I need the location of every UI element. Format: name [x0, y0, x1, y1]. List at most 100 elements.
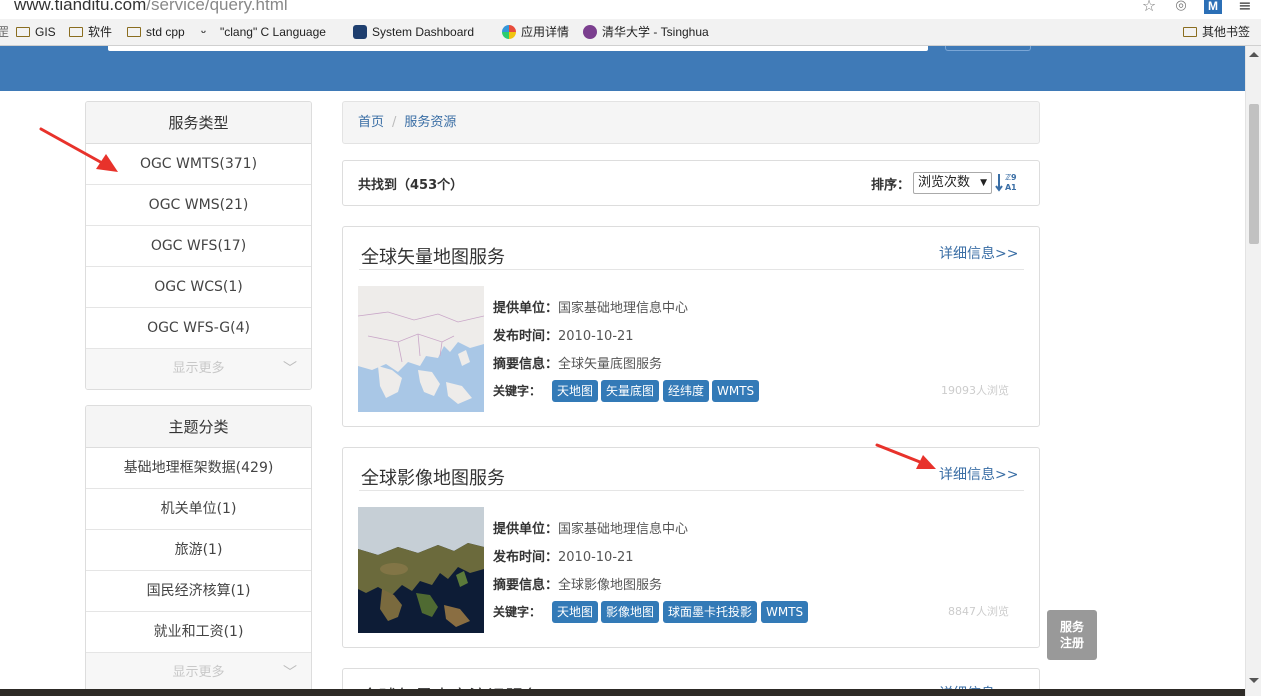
bookmark-label: "clang" C Language: [220, 25, 326, 39]
menu-icon[interactable]: ≡: [1236, 0, 1254, 15]
bookmark-tsinghua[interactable]: 清华大学 - Tsinghua: [583, 24, 709, 41]
address-bar[interactable]: www.tianditu.com/service/query.html ☆ ◎ …: [0, 0, 1261, 19]
card-title[interactable]: 全球影像地图服务: [361, 464, 505, 490]
search-button[interactable]: [945, 46, 1031, 51]
summary-row: 摘要信息：全球影像地图服务: [493, 574, 662, 593]
view-count: 8847人浏览: [948, 605, 1009, 618]
filter-topic-agencies[interactable]: 机关单位(1): [86, 489, 311, 530]
keyword-tag[interactable]: 经纬度: [663, 380, 710, 402]
url-path: /service/query.html: [146, 0, 288, 14]
bookmark-label: 软件: [88, 25, 113, 39]
breadcrumb-home-link[interactable]: 首页: [358, 115, 384, 130]
bookmark-software[interactable]: 软件: [69, 24, 112, 41]
imagery-map-thumbnail[interactable]: [358, 507, 484, 633]
app-icon: [502, 25, 516, 39]
bookmark-label: std cpp: [146, 25, 185, 39]
filter-ogc-wms[interactable]: OGC WMS(21): [86, 185, 311, 226]
keyword-tag[interactable]: 天地图: [552, 380, 599, 402]
breadcrumb: 首页 / 服务资源: [342, 101, 1040, 144]
result-card: 全球影像地图服务 详细信息>> 提供单位：国家基础地理信息中心 发布时间：201…: [342, 447, 1040, 648]
bookmark-std-cpp[interactable]: std cpp: [127, 24, 185, 41]
show-more-button[interactable]: 显示更多 ﹀: [86, 349, 311, 389]
site-header: [0, 46, 1245, 91]
summary-label: 摘要信息：: [493, 578, 559, 593]
panel-title: 主题分类: [86, 406, 311, 448]
dropdown-arrow-icon: ▼: [980, 178, 987, 188]
detail-link[interactable]: 详细信息>>: [939, 243, 1018, 263]
keyword-tag[interactable]: WMTS: [712, 380, 760, 402]
provider-row: 提供单位：国家基础地理信息中心: [493, 518, 688, 537]
card-title[interactable]: 全球矢量地图服务: [361, 243, 505, 269]
date-row: 发布时间：2010-10-21: [493, 325, 634, 344]
bookmark-label: System Dashboard: [372, 25, 475, 39]
bookmark-overflow[interactable]: 罡: [0, 24, 9, 41]
search-input[interactable]: [108, 46, 928, 51]
keywords-label: 关键字：: [493, 605, 542, 619]
breadcrumb-current-link[interactable]: 服务资源: [404, 115, 456, 130]
date-label: 发布时间：: [493, 329, 559, 344]
bookmark-label: 清华大学 - Tsinghua: [602, 25, 709, 39]
filter-topic-employment[interactable]: 就业和工资(1): [86, 612, 311, 653]
keyword-tag[interactable]: 球面墨卡托投影: [663, 601, 758, 623]
extension-icon[interactable]: ◎: [1172, 0, 1190, 15]
filter-topic-tourism[interactable]: 旅游(1): [86, 530, 311, 571]
show-more-label: 显示更多: [172, 361, 225, 376]
bookmarks-bar: 罡 GIS 软件 std cpp ᵕ "clang" C Language Sys…: [0, 19, 1261, 46]
detail-link[interactable]: 详细信息>>: [939, 464, 1018, 484]
filter-ogc-wcs[interactable]: OGC WCS(1): [86, 267, 311, 308]
folder-icon: [1183, 27, 1197, 37]
keyword-tag[interactable]: 矢量底图: [601, 380, 660, 402]
sort-order-icon[interactable]: ℤ A 9 1: [995, 171, 1017, 193]
date-value: 2010-10-21: [558, 550, 634, 565]
bookmark-clang[interactable]: ᵕ "clang" C Language: [201, 24, 326, 41]
folder-icon: [69, 27, 83, 37]
filter-topic-basic-geo[interactable]: 基础地理框架数据(429): [86, 448, 311, 489]
m-extension-icon[interactable]: M: [1204, 0, 1222, 14]
filter-ogc-wfs-g[interactable]: OGC WFS-G(4): [86, 308, 311, 349]
chevron-down-icon: ﹀: [283, 665, 297, 681]
page-scrollbar[interactable]: [1245, 46, 1261, 696]
vector-map-thumbnail[interactable]: [358, 286, 484, 412]
bookmark-label: 其他书签: [1202, 25, 1251, 39]
keyword-tag[interactable]: WMTS: [761, 601, 809, 623]
provider-row: 提供单位：国家基础地理信息中心: [493, 297, 688, 316]
dashboard-icon: [353, 25, 367, 39]
folder-icon: [16, 27, 30, 37]
svg-text:9: 9: [1011, 173, 1017, 182]
result-card: 全球矢量地图服务 详细信息>> 提供单位：国家基础地理信息中心 发布时间：201…: [342, 226, 1040, 427]
divider: [359, 269, 1024, 270]
scroll-thumb[interactable]: [1249, 104, 1259, 244]
bookmark-gis[interactable]: GIS: [16, 24, 56, 41]
filter-topic-economy[interactable]: 国民经济核算(1): [86, 571, 311, 612]
bookmark-app-details[interactable]: 应用详情: [502, 24, 569, 41]
tsinghua-icon: [583, 25, 597, 39]
service-register-button[interactable]: 服务 注册: [1047, 610, 1097, 660]
register-line-2: 注册: [1059, 636, 1084, 650]
url-text[interactable]: www.tianditu.com/service/query.html: [14, 0, 288, 15]
os-taskbar: [0, 689, 1245, 696]
scroll-down-icon[interactable]: [1249, 678, 1259, 683]
sort-select[interactable]: 浏览次数 ▼: [913, 172, 992, 194]
sort-az-icon: ℤ A 9 1: [995, 173, 1017, 192]
breadcrumb-separator: /: [392, 115, 397, 130]
keyword-tag[interactable]: 天地图: [552, 601, 599, 623]
divider: [359, 490, 1024, 491]
summary-value: 全球矢量底图服务: [558, 357, 663, 372]
scroll-up-icon[interactable]: [1249, 52, 1259, 57]
summary-label: 摘要信息：: [493, 357, 559, 372]
folder-icon: [127, 27, 141, 37]
bookmark-label: GIS: [35, 25, 56, 39]
date-value: 2010-10-21: [558, 329, 634, 344]
topic-panel: 主题分类 基础地理框架数据(429) 机关单位(1) 旅游(1) 国民经济核算(…: [85, 405, 312, 696]
bookmark-system-dashboard[interactable]: System Dashboard: [353, 24, 474, 41]
view-count: 19093人浏览: [941, 384, 1009, 397]
bookmark-other[interactable]: 其他书签: [1183, 24, 1250, 41]
keyword-tag[interactable]: 影像地图: [601, 601, 660, 623]
show-more-button[interactable]: 显示更多 ﹀: [86, 653, 311, 693]
filter-ogc-wfs[interactable]: OGC WFS(17): [86, 226, 311, 267]
keywords-label: 关键字：: [493, 384, 542, 398]
bookmark-label: 应用详情: [521, 25, 570, 39]
chevron-down-icon: ﹀: [283, 361, 297, 377]
show-more-label: 显示更多: [172, 665, 225, 680]
star-icon[interactable]: ☆: [1140, 0, 1158, 15]
